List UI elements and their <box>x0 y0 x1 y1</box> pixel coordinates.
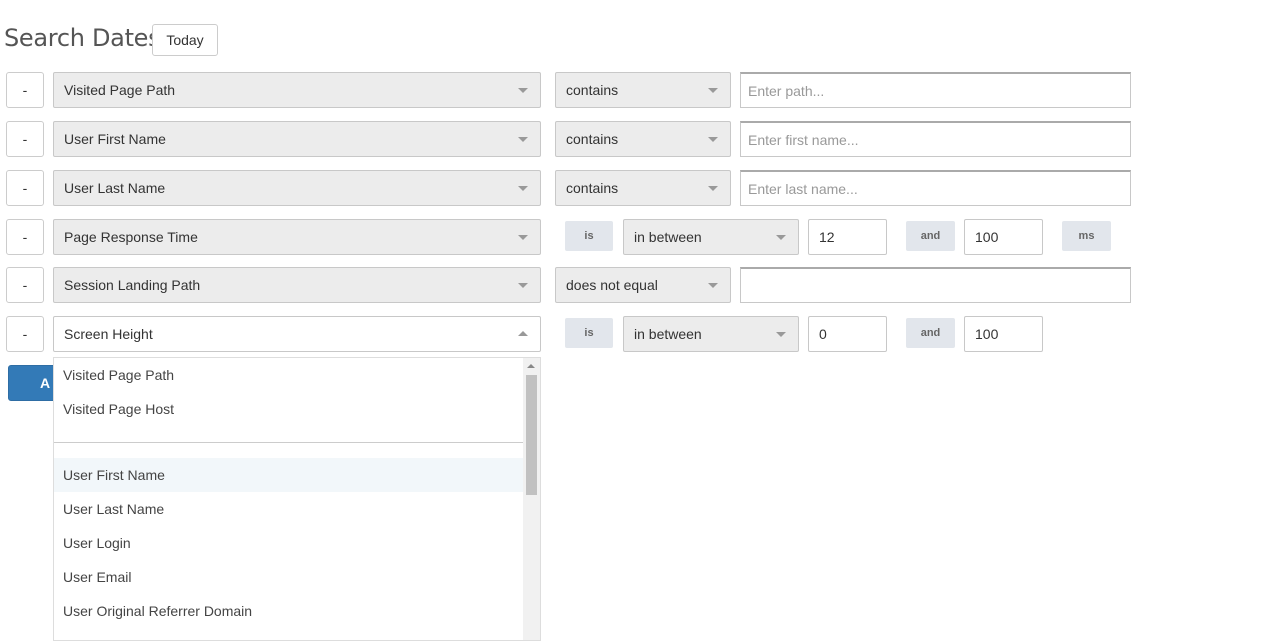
range-operator-select[interactable]: in between <box>623 316 799 352</box>
scroll-up-arrow-icon[interactable] <box>527 364 535 368</box>
remove-filter-button[interactable]: - <box>6 267 44 303</box>
max-value-input[interactable]: 100 <box>964 316 1043 352</box>
dropdown-option[interactable]: User Original Referrer Domain <box>54 594 524 628</box>
first-name-input[interactable]: Enter first name... <box>740 121 1131 157</box>
min-value-input[interactable]: 12 <box>808 219 887 255</box>
chevron-down-icon <box>518 235 528 240</box>
dropdown-option[interactable]: User Email <box>54 560 524 594</box>
dropdown-option[interactable]: User Last Name <box>54 492 524 526</box>
landing-path-input[interactable] <box>740 267 1131 303</box>
chevron-down-icon <box>776 235 786 240</box>
operator-select[interactable]: does not equal <box>555 267 731 303</box>
dropdown-option-highlighted[interactable]: User First Name <box>54 458 524 492</box>
chevron-down-icon <box>518 186 528 191</box>
filter-field-select[interactable]: Page Response Time <box>53 219 541 255</box>
operator-value: in between <box>634 326 702 342</box>
filter-field-value: Screen Height <box>64 326 153 342</box>
max-value-input[interactable]: 100 <box>964 219 1043 255</box>
operator-value: in between <box>634 229 702 245</box>
field-dropdown-list[interactable]: Visited Page Path Visited Page Host User… <box>53 357 541 641</box>
is-label: is <box>565 318 613 348</box>
chevron-down-icon <box>776 332 786 337</box>
remove-filter-button[interactable]: - <box>6 170 44 206</box>
operator-select[interactable]: contains <box>555 72 731 108</box>
chevron-up-icon <box>518 331 528 336</box>
operator-value: contains <box>566 131 619 147</box>
remove-filter-button[interactable]: - <box>6 316 44 352</box>
page-title: Search Dates: <box>4 24 169 52</box>
operator-select[interactable]: contains <box>555 170 731 206</box>
add-filter-button-label: A <box>40 375 51 391</box>
operator-select[interactable]: contains <box>555 121 731 157</box>
chevron-down-icon <box>708 137 718 142</box>
today-button[interactable]: Today <box>152 24 218 56</box>
path-input-placeholder: Enter path... <box>748 82 825 99</box>
operator-value: does not equal <box>566 277 658 293</box>
last-name-input-placeholder: Enter last name... <box>748 180 858 197</box>
chevron-down-icon <box>518 137 528 142</box>
dropdown-option[interactable]: Visited Page Path <box>54 358 524 392</box>
filter-field-value: User Last Name <box>64 180 166 196</box>
chevron-down-icon <box>708 283 718 288</box>
range-operator-select[interactable]: in between <box>623 219 799 255</box>
first-name-input-placeholder: Enter first name... <box>748 131 859 148</box>
filter-field-value: Session Landing Path <box>64 277 201 293</box>
dropdown-divider <box>54 442 524 443</box>
operator-value: contains <box>566 180 619 196</box>
filter-field-select[interactable]: User Last Name <box>53 170 541 206</box>
filter-field-select-open[interactable]: Screen Height <box>53 316 541 352</box>
operator-value: contains <box>566 82 619 98</box>
path-input[interactable]: Enter path... <box>740 72 1131 108</box>
dropdown-option[interactable]: Visited Page Host <box>54 392 524 426</box>
filter-field-value: Visited Page Path <box>64 82 176 98</box>
remove-filter-button[interactable]: - <box>6 72 44 108</box>
chevron-down-icon <box>708 186 718 191</box>
filter-field-value: Page Response Time <box>64 229 198 245</box>
chevron-down-icon <box>708 88 718 93</box>
filter-field-select[interactable]: Visited Page Path <box>53 72 541 108</box>
remove-filter-button[interactable]: - <box>6 219 44 255</box>
last-name-input[interactable]: Enter last name... <box>740 170 1131 206</box>
filter-field-select[interactable]: User First Name <box>53 121 541 157</box>
min-value-input[interactable]: 0 <box>808 316 887 352</box>
chevron-down-icon <box>518 283 528 288</box>
remove-filter-button[interactable]: - <box>6 121 44 157</box>
dropdown-option[interactable]: User Login <box>54 526 524 560</box>
chevron-down-icon <box>518 88 528 93</box>
dropdown-scrollbar[interactable] <box>523 358 540 640</box>
filter-field-value: User First Name <box>64 131 166 147</box>
is-label: is <box>565 221 613 251</box>
and-label: and <box>906 221 955 251</box>
filter-field-select[interactable]: Session Landing Path <box>53 267 541 303</box>
and-label: and <box>906 318 955 348</box>
unit-label: ms <box>1062 221 1111 251</box>
scrollbar-thumb[interactable] <box>526 375 537 495</box>
